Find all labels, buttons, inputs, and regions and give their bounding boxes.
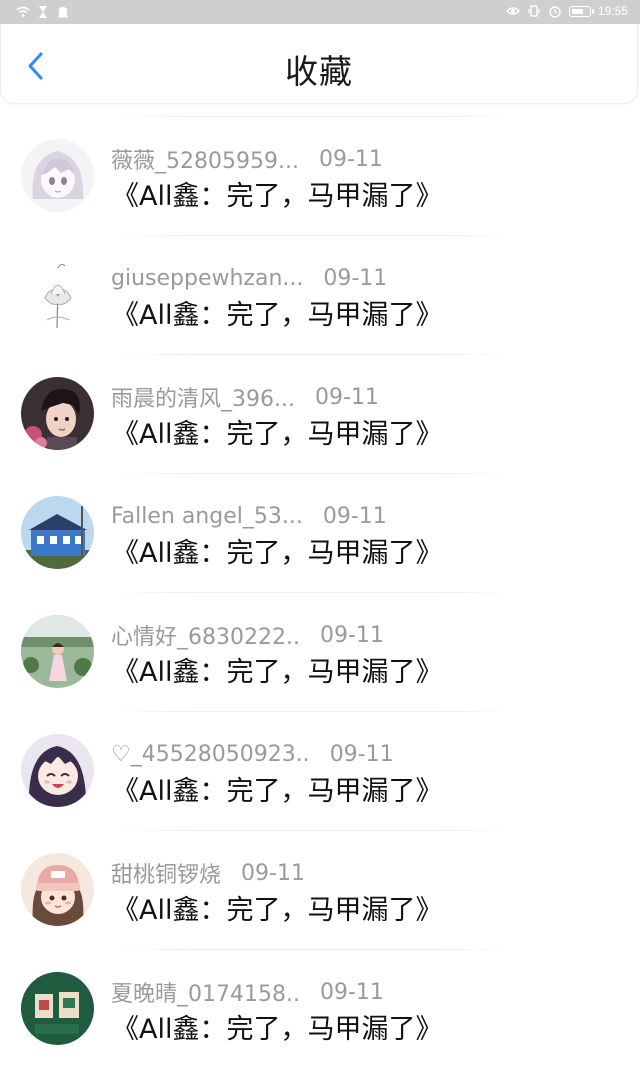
favorite-item[interactable]: 心情好_6830222.. 09-11 《All鑫：完了，马甲漏了》 xyxy=(0,592,640,711)
post-date: 09-11 xyxy=(329,741,394,767)
user-name[interactable]: ♡_45528050923.. xyxy=(111,742,310,767)
user-name[interactable]: 心情好_6830222.. xyxy=(111,619,300,651)
story-title[interactable]: 《All鑫：完了，马甲漏了》 xyxy=(112,297,442,335)
post-date: 09-11 xyxy=(318,146,383,172)
favorite-item[interactable]: Fallen angel_53... 09-11 《All鑫：完了，马甲漏了》 xyxy=(0,473,640,592)
user-name[interactable]: 薇薇_52805959... xyxy=(111,143,299,175)
post-date: 09-11 xyxy=(314,384,379,410)
post-date: 09-11 xyxy=(322,503,387,529)
avatar[interactable] xyxy=(21,615,94,688)
favorites-list: 薇薇_52805959... 09-11 《All鑫：完了，马甲漏了》 gius… xyxy=(0,116,640,1068)
avatar[interactable] xyxy=(21,972,94,1045)
user-name[interactable]: 雨晨的清风_396... xyxy=(111,381,295,413)
user-name[interactable]: 夏晚晴_0174158.. xyxy=(111,976,300,1008)
avatar[interactable] xyxy=(21,853,94,926)
alarm-icon xyxy=(548,4,562,18)
divider xyxy=(115,116,515,117)
item-meta: 雨晨的清风_396... 09-11 xyxy=(111,381,379,413)
post-date: 09-11 xyxy=(241,860,305,886)
favorite-item[interactable]: 雨晨的清风_396... 09-11 《All鑫：完了，马甲漏了》 xyxy=(0,354,640,473)
story-title[interactable]: 《All鑫：完了，马甲漏了》 xyxy=(112,1011,442,1049)
favorite-item[interactable]: 夏晚晴_0174158.. 09-11 《All鑫：完了，马甲漏了》 xyxy=(0,949,640,1068)
header-bar: 收藏 xyxy=(0,24,638,104)
status-time: 19:55 xyxy=(597,4,628,18)
vibrate-icon xyxy=(527,4,541,18)
divider xyxy=(115,235,515,236)
story-title[interactable]: 《All鑫：完了，马甲漏了》 xyxy=(112,773,442,811)
item-meta: ♡_45528050923.. 09-11 xyxy=(111,739,394,769)
user-name[interactable]: giuseppewhzan... xyxy=(111,266,303,291)
favorite-item[interactable]: ♡_45528050923.. 09-11 《All鑫：完了，马甲漏了》 xyxy=(0,711,640,830)
avatar[interactable] xyxy=(21,734,94,807)
divider xyxy=(115,949,515,950)
status-right-icons: 19:55 xyxy=(505,4,628,18)
post-date: 09-11 xyxy=(319,979,384,1005)
favorite-item[interactable]: 薇薇_52805959... 09-11 《All鑫：完了，马甲漏了》 xyxy=(0,116,640,235)
status-left-icons xyxy=(16,4,70,18)
user-name[interactable]: 甜桃铜锣烧 xyxy=(111,857,221,889)
item-meta: 心情好_6830222.. 09-11 xyxy=(111,619,384,651)
story-title[interactable]: 《All鑫：完了，马甲漏了》 xyxy=(112,892,442,930)
user-name[interactable]: Fallen angel_53... xyxy=(111,504,303,529)
item-meta: 甜桃铜锣烧 09-11 xyxy=(111,857,305,889)
item-meta: giuseppewhzan... 09-11 xyxy=(111,263,387,293)
avatar[interactable] xyxy=(21,496,94,569)
avatar[interactable] xyxy=(21,258,94,331)
item-meta: 夏晚晴_0174158.. 09-11 xyxy=(111,976,384,1008)
favorite-item[interactable]: 甜桃铜锣烧 09-11 《All鑫：完了，马甲漏了》 xyxy=(0,830,640,949)
status-bar: 19:55 xyxy=(0,0,640,24)
divider xyxy=(115,592,515,593)
item-meta: Fallen angel_53... 09-11 xyxy=(111,501,387,531)
story-title[interactable]: 《All鑫：完了，马甲漏了》 xyxy=(112,535,442,573)
battery-fill xyxy=(571,8,583,14)
story-title[interactable]: 《All鑫：完了，马甲漏了》 xyxy=(112,178,442,216)
notification-icon xyxy=(56,4,70,18)
battery-icon xyxy=(568,5,594,17)
divider xyxy=(115,830,515,831)
post-date: 09-11 xyxy=(323,265,388,291)
story-title[interactable]: 《All鑫：完了，马甲漏了》 xyxy=(112,416,442,454)
post-date: 09-11 xyxy=(319,622,384,648)
story-title[interactable]: 《All鑫：完了，马甲漏了》 xyxy=(112,654,442,692)
wifi-icon xyxy=(16,4,30,18)
page-title: 收藏 xyxy=(285,52,353,91)
avatar[interactable] xyxy=(21,377,94,450)
divider xyxy=(115,354,515,355)
hourglass-icon xyxy=(36,4,50,18)
divider xyxy=(115,711,515,712)
item-meta: 薇薇_52805959... 09-11 xyxy=(111,143,383,175)
avatar[interactable] xyxy=(21,139,94,212)
divider xyxy=(115,473,515,474)
favorite-item[interactable]: giuseppewhzan... 09-11 《All鑫：完了，马甲漏了》 xyxy=(0,235,640,354)
eye-icon xyxy=(505,4,520,18)
